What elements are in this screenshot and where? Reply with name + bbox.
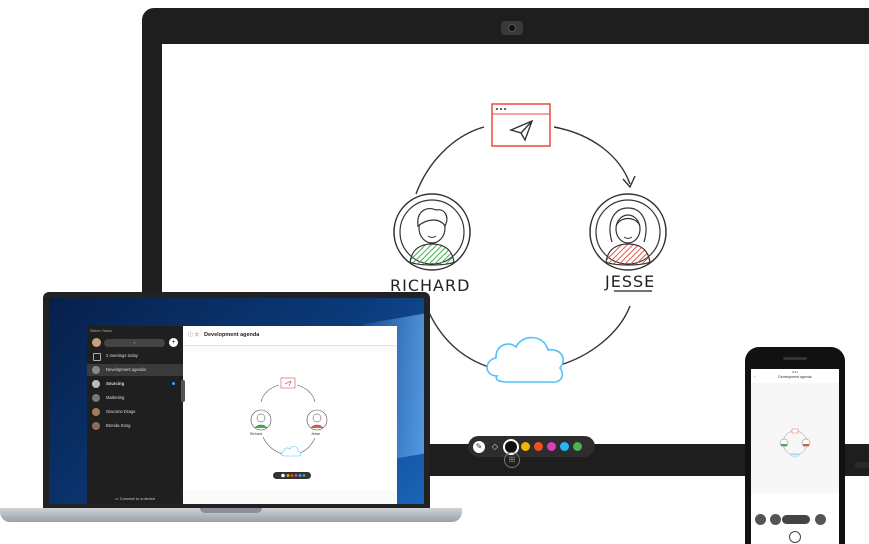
sidebar-item-label: 2 meetings today	[106, 353, 138, 358]
search-icon: ⌕	[133, 340, 136, 345]
mini-name-richard: Richard	[250, 432, 263, 436]
search-input[interactable]: ⌕	[104, 339, 165, 347]
resize-handle[interactable]	[181, 380, 185, 402]
avatar	[92, 408, 100, 416]
laptop-notch	[200, 508, 262, 513]
speaker-grill	[783, 357, 807, 360]
mini-name-jesse: Jesse	[311, 432, 321, 436]
color-swatch-yellow[interactable]	[521, 442, 530, 451]
unread-indicator	[172, 382, 175, 385]
arrow-arc-bottom-left	[425, 305, 493, 369]
phone-screen: 9:41 ‹ Development agenda	[751, 369, 839, 544]
sidebar-item-development-agenda[interactable]: Development agenda	[87, 364, 183, 376]
connect-device-label: Connect to a device	[119, 496, 156, 501]
sidebar-item-marketing[interactable]: Marketing	[87, 392, 183, 404]
page-title: Development agenda	[204, 332, 260, 338]
info-star-icons[interactable]: ⓘ ☆	[188, 331, 199, 338]
app-sidebar: Webex Teams ⌕ + 2 meetings today Develop…	[87, 326, 183, 504]
phone-tool-button[interactable]	[815, 514, 826, 525]
phone-whiteboard-canvas[interactable]	[751, 383, 839, 493]
phone-page-title: Development agenda	[778, 375, 812, 379]
color-swatch-green[interactable]	[573, 442, 582, 451]
eraser-icon[interactable]: ◇	[489, 441, 501, 453]
main-header: ⓘ ☆ Development agenda	[183, 326, 397, 346]
webex-app-window: Webex Teams ⌕ + 2 meetings today Develop…	[87, 326, 397, 504]
sidebar-item-label: Development agenda	[106, 367, 146, 372]
cloud-icon	[486, 336, 564, 384]
app-main-panel: ⓘ ☆ Development agenda Richard Jesse	[183, 326, 397, 504]
connect-device-button[interactable]: ▭ Connect to a device	[87, 496, 183, 501]
phone-tool-button[interactable]	[770, 514, 781, 525]
arrow-arc-top-right	[553, 126, 631, 185]
sidebar-item-meetings[interactable]: 2 meetings today	[87, 350, 183, 362]
avatar	[92, 380, 100, 388]
arrow-arc-bottom-right	[556, 305, 631, 367]
sidebar-item-label: Sourcing	[106, 381, 125, 386]
phone-tool-button[interactable]	[755, 514, 766, 525]
phone-ink-pill[interactable]	[782, 515, 810, 524]
home-button[interactable]	[789, 531, 801, 543]
mini-whiteboard-drawing	[250, 377, 328, 479]
phone-whiteboard-drawing	[779, 428, 811, 458]
sidebar-item-label: Marketing	[106, 395, 125, 400]
device-stand	[855, 462, 869, 468]
sidebar-item-label: Brenda Song	[106, 423, 131, 428]
avatar	[92, 422, 100, 430]
avatar-richard	[393, 193, 471, 271]
name-label-jesse: JESSE	[605, 272, 656, 291]
add-button[interactable]: +	[169, 338, 178, 347]
color-swatch-magenta[interactable]	[547, 442, 556, 451]
sidebar-item-label: Giacomo Drago	[106, 409, 136, 414]
ink-toolbar: ✎ ◇	[468, 436, 595, 457]
avatar-jesse	[589, 193, 667, 271]
sidebar-item-giacomo-drago[interactable]: Giacomo Drago	[87, 406, 183, 418]
laptop-desktop: Webex Teams ⌕ + 2 meetings today Develop…	[49, 298, 424, 504]
windows-button-icon[interactable]: ⊞	[504, 452, 520, 468]
camera-icon	[501, 21, 523, 35]
sidebar-item-sourcing[interactable]: Sourcing	[87, 378, 183, 390]
avatar	[92, 394, 100, 402]
whiteboard-icon	[92, 366, 100, 374]
phone-toolbar	[751, 512, 839, 528]
sidebar-item-brenda-song[interactable]: Brenda Song	[87, 420, 183, 432]
avatar[interactable]	[92, 338, 101, 347]
color-swatch-blue[interactable]	[560, 442, 569, 451]
phone-device: 9:41 ‹ Development agenda	[745, 347, 845, 544]
color-swatch-black[interactable]	[505, 440, 517, 453]
status-bar-time: 9:41	[792, 370, 798, 374]
arrow-arc-top-left	[415, 126, 485, 195]
calendar-icon	[93, 353, 101, 361]
color-swatch-orange[interactable]	[534, 442, 543, 451]
mini-whiteboard-canvas[interactable]: Richard Jesse	[183, 352, 397, 490]
laptop-device: Webex Teams ⌕ + 2 meetings today Develop…	[43, 292, 430, 510]
pen-icon[interactable]: ✎	[473, 440, 485, 453]
app-brand: Webex Teams	[90, 329, 113, 333]
send-box	[491, 103, 551, 147]
